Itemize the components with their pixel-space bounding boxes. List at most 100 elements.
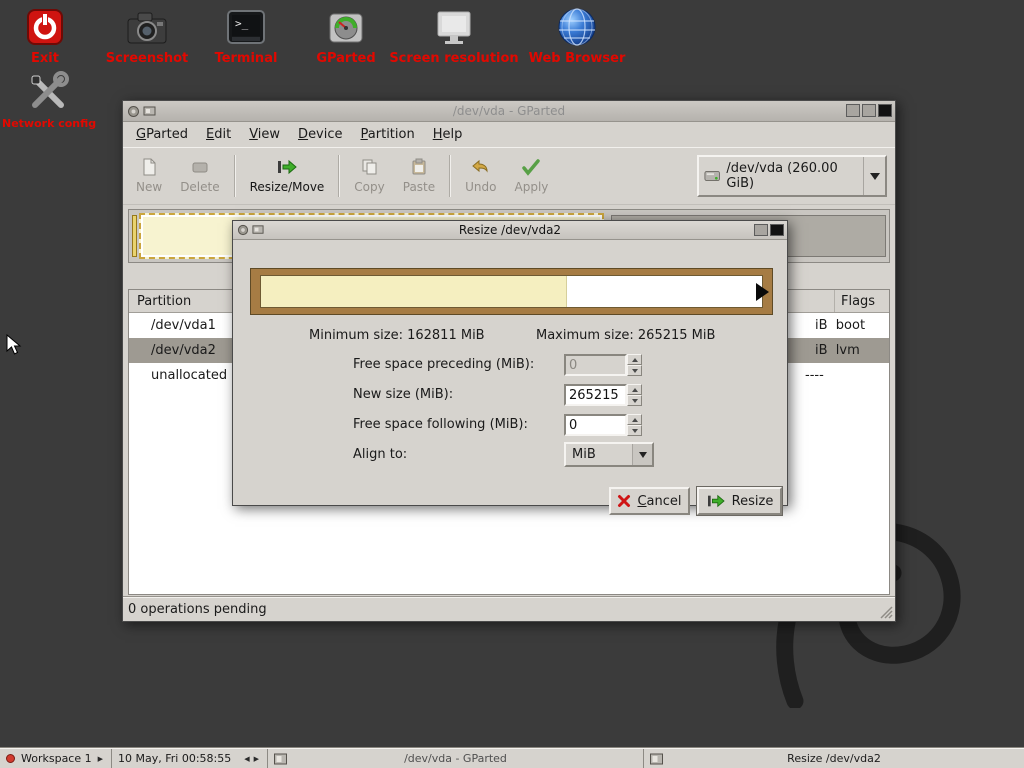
- resize-move-button[interactable]: Resize/Move: [241, 153, 334, 198]
- free-space-following-input[interactable]: [564, 414, 627, 436]
- apply-button[interactable]: Apply: [506, 153, 558, 198]
- gparted-titlebar[interactable]: /dev/vda - GParted: [123, 101, 895, 122]
- desktop-icon-screenshot[interactable]: Screenshot: [92, 4, 202, 66]
- spinner-up-button[interactable]: [627, 354, 642, 365]
- desktop-icon-label: Terminal: [200, 51, 292, 66]
- taskbar-gparted-icon: [274, 753, 287, 765]
- resize-slider[interactable]: [250, 268, 773, 315]
- web-browser-icon: [524, 4, 630, 48]
- column-header-flags[interactable]: Flags: [841, 294, 875, 309]
- chevron-down-icon: [870, 173, 880, 185]
- clock-next-arrow[interactable]: ▶: [254, 755, 259, 763]
- resize-dialog-titlebar[interactable]: Resize /dev/vda2: [233, 221, 787, 240]
- device-selector[interactable]: /dev/vda (260.00 GiB): [697, 155, 887, 197]
- new-size-input[interactable]: [564, 384, 627, 406]
- column-separator: [834, 290, 835, 312]
- menu-help[interactable]: Help: [424, 123, 472, 146]
- status-bar: 0 operations pending: [123, 597, 895, 621]
- dialog-title: Resize /dev/vda2: [233, 223, 787, 237]
- resize-handle-arrow-icon[interactable]: [756, 283, 769, 301]
- up-arrow-icon: [632, 355, 638, 362]
- undo-button[interactable]: Undo: [456, 153, 505, 198]
- taskbar-item-resize-dialog[interactable]: Resize /dev/vda2: [644, 749, 1024, 768]
- align-to-label: Align to:: [353, 447, 407, 462]
- desktop-icon-terminal[interactable]: >_ Terminal: [200, 4, 292, 66]
- column-header-partition[interactable]: Partition: [137, 294, 191, 309]
- resize-arrow-icon: [706, 493, 726, 509]
- gparted-icon: [300, 4, 392, 48]
- workspace-switcher[interactable]: Workspace 1 ▶: [0, 749, 112, 768]
- cancel-x-icon: [617, 494, 631, 508]
- paste-button[interactable]: Paste: [394, 153, 444, 198]
- up-arrow-icon: [632, 415, 638, 422]
- toolbar-separator: [338, 155, 340, 197]
- spinner-down-button[interactable]: [627, 365, 642, 376]
- operations-pending-text: 0 operations pending: [128, 602, 267, 617]
- window-title: /dev/vda - GParted: [123, 104, 895, 118]
- device-selector-dropdown[interactable]: [863, 157, 880, 195]
- undo-icon: [471, 157, 491, 177]
- workspace-next-arrow[interactable]: ▶: [98, 755, 103, 763]
- desktop-icon-label: Screenshot: [92, 51, 202, 66]
- menu-view[interactable]: View: [240, 123, 289, 146]
- new-icon: [139, 157, 159, 177]
- cancel-button[interactable]: Cancel: [609, 487, 690, 515]
- menu-edit[interactable]: Edit: [197, 123, 240, 146]
- disk-icon: [704, 168, 720, 184]
- desktop-icon-exit[interactable]: Exit: [5, 4, 85, 66]
- mouse-cursor: [6, 334, 22, 356]
- dialog-app-icon: [252, 224, 264, 236]
- maximum-size-label: Maximum size: 265215 MiB: [536, 328, 715, 343]
- apply-icon: [521, 157, 541, 177]
- dropdown-arrow-button[interactable]: [632, 444, 652, 465]
- minimum-size-label: Minimum size: 162811 MiB: [309, 328, 485, 343]
- desktop-icon-label: GParted: [300, 51, 392, 66]
- desktop-icon-screen-resolution[interactable]: Screen resolution: [388, 4, 520, 66]
- window-menu-icon[interactable]: [237, 224, 249, 236]
- free-space-preceding-input[interactable]: [564, 354, 627, 376]
- align-to-dropdown[interactable]: MiB: [564, 442, 654, 467]
- desktop-icon-network-config[interactable]: Network config: [2, 70, 94, 130]
- spinner-up-button[interactable]: [627, 414, 642, 425]
- close-button[interactable]: [878, 104, 892, 117]
- minimize-button[interactable]: [846, 104, 860, 117]
- desktop-icon-gparted[interactable]: GParted: [300, 4, 392, 66]
- paste-icon: [409, 157, 429, 177]
- delete-icon: [190, 157, 210, 177]
- desktop-icon-label: Network config: [2, 117, 94, 130]
- resize-grip[interactable]: [880, 606, 893, 619]
- spinner-down-button[interactable]: [627, 395, 642, 406]
- taskbar-dialog-icon: [650, 753, 663, 765]
- maximize-button[interactable]: [754, 224, 768, 236]
- down-arrow-icon: [632, 429, 638, 436]
- menu-device[interactable]: Device: [289, 123, 351, 146]
- desktop-icon-label: Web Browser: [524, 51, 630, 66]
- resize-slider-current-size[interactable]: [261, 276, 567, 307]
- svg-text:>_: >_: [235, 17, 249, 30]
- spinner-up-button[interactable]: [627, 384, 642, 395]
- window-menu-icon[interactable]: [127, 105, 140, 118]
- chevron-down-icon: [639, 452, 647, 462]
- maximize-button[interactable]: [862, 104, 876, 117]
- delete-button[interactable]: Delete: [171, 153, 228, 198]
- resize-button[interactable]: Resize: [697, 487, 782, 515]
- desktop-icon-label: Exit: [5, 51, 85, 66]
- align-to-value: MiB: [566, 447, 596, 462]
- menu-partition[interactable]: Partition: [352, 123, 424, 146]
- partition-block-vda1[interactable]: [132, 215, 137, 257]
- taskbar-item-gparted[interactable]: /dev/vda - GParted: [268, 749, 644, 768]
- desktop-icon-web-browser[interactable]: Web Browser: [524, 4, 630, 66]
- spinner-down-button[interactable]: [627, 425, 642, 436]
- clock-prev-arrow[interactable]: ◀: [244, 755, 249, 763]
- menu-gparted[interactable]: GParted: [127, 123, 197, 146]
- free-space-following-spinner: [564, 414, 642, 436]
- new-button[interactable]: New: [127, 153, 171, 198]
- taskbar-item-label: Resize /dev/vda2: [644, 752, 1024, 765]
- device-selector-value: /dev/vda (260.00 GiB): [726, 161, 857, 191]
- workspace-indicator-icon: [6, 754, 15, 763]
- copy-button[interactable]: Copy: [345, 153, 393, 198]
- clock-text: 10 May, Fri 00:58:55: [118, 752, 231, 765]
- free-space-preceding-spinner: [564, 354, 642, 376]
- close-button[interactable]: [770, 224, 784, 236]
- down-arrow-icon: [632, 369, 638, 376]
